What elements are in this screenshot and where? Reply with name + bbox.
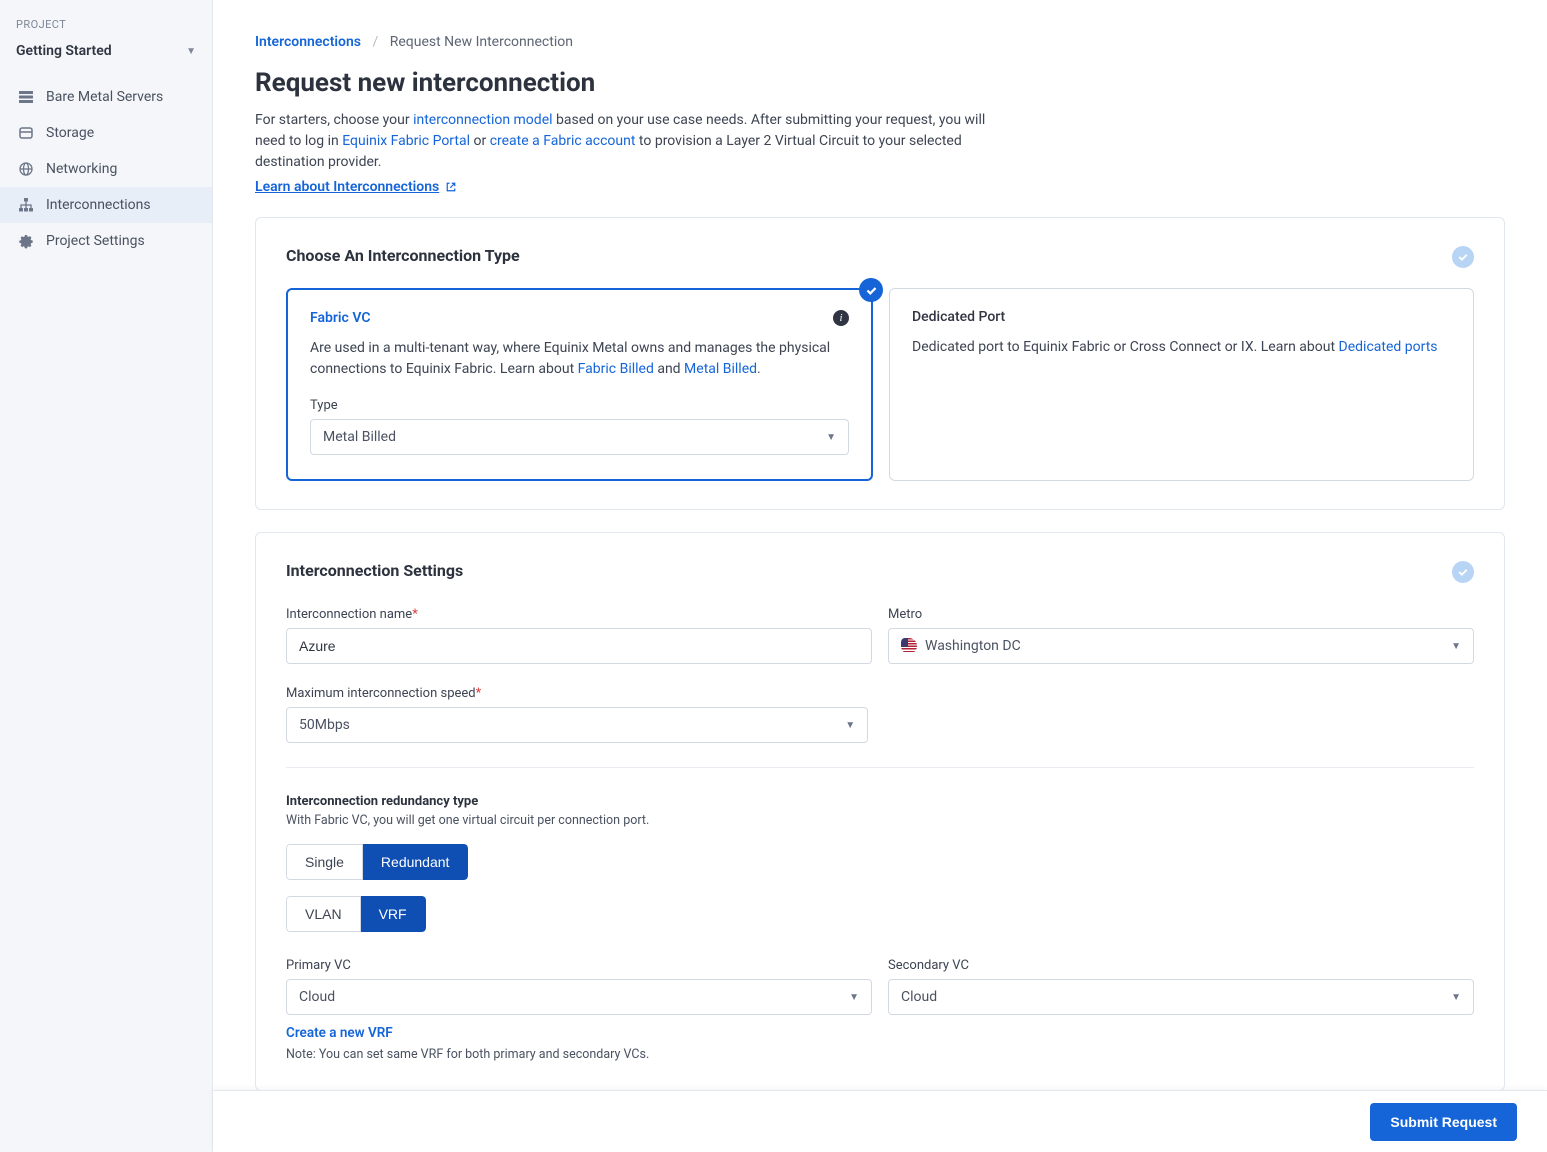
chevron-down-icon: ▼ [849,992,859,1003]
gear-icon [18,233,34,249]
chevron-down-icon: ▼ [826,432,836,443]
chevron-down-icon: ▼ [186,46,196,57]
card-title: Dedicated Port [912,309,1451,325]
select-value: Washington DC [925,638,1021,654]
redundancy-title: Interconnection redundancy type [286,794,1474,809]
submit-button[interactable]: Submit Request [1370,1103,1517,1141]
info-icon[interactable]: i [833,310,849,326]
select-value: 50Mbps [299,717,350,733]
sidebar-item-networking[interactable]: Networking [0,151,212,187]
type-label: Type [310,398,849,413]
select-speed[interactable]: 50Mbps ▼ [286,707,868,743]
sidebar-item-interconnections[interactable]: Interconnections [0,187,212,223]
step-complete-icon [1452,561,1474,583]
secondary-vc-label: Secondary VC [888,958,1474,973]
seg-btn-single[interactable]: Single [286,844,363,880]
primary-vc-label: Primary VC [286,958,872,973]
card-description: Dedicated port to Equinix Fabric or Cros… [912,337,1451,358]
chevron-down-icon: ▼ [1451,641,1461,652]
link-fabric-portal[interactable]: Equinix Fabric Portal [342,133,470,149]
segmented-redundancy: Single Redundant [286,844,468,880]
select-primary-vc[interactable]: Cloud ▼ [286,979,872,1015]
panel-choose-type: Choose An Interconnection Type Fabric VC… [255,217,1505,510]
redundancy-subtext: With Fabric VC, you will get one virtual… [286,813,1474,828]
link-interconnection-model[interactable]: interconnection model [413,112,552,128]
name-label: Interconnection name* [286,607,872,622]
select-metro[interactable]: Washington DC ▼ [888,628,1474,664]
sidebar-item-label: Storage [46,125,94,141]
storage-icon [18,125,34,141]
select-value: Metal Billed [323,429,396,445]
footer-bar: Submit Request [213,1090,1547,1152]
link-create-new-vrf[interactable]: Create a new VRF [286,1025,393,1041]
selected-check-icon [859,278,883,302]
servers-icon [18,89,34,105]
project-name: Getting Started [16,43,112,59]
sidebar-item-bare-metal[interactable]: Bare Metal Servers [0,79,212,115]
select-billing-type[interactable]: Metal Billed ▼ [310,419,849,455]
card-title: Fabric VC [310,310,370,326]
panel-title: Choose An Interconnection Type [286,246,520,265]
breadcrumb-separator: / [372,34,378,50]
link-fabric-billed[interactable]: Fabric Billed [578,361,654,377]
sidebar: PROJECT Getting Started ▼ Bare Metal Ser… [0,0,213,1152]
panel-title: Interconnection Settings [286,561,463,580]
sitemap-icon [18,197,34,213]
step-complete-icon [1452,246,1474,268]
intro-text: For starters, choose your interconnectio… [255,110,995,173]
seg-btn-vrf[interactable]: VRF [361,896,426,932]
segmented-vc-type: VLAN VRF [286,896,426,932]
project-selector[interactable]: Getting Started ▼ [0,35,212,73]
link-metal-billed[interactable]: Metal Billed [684,361,757,377]
sidebar-item-label: Bare Metal Servers [46,89,163,105]
card-fabric-vc[interactable]: Fabric VC i Are used in a multi-tenant w… [286,288,873,481]
chevron-down-icon: ▼ [845,720,855,731]
network-icon [18,161,34,177]
sidebar-section-label: PROJECT [0,14,212,35]
card-dedicated-port[interactable]: Dedicated Port Dedicated port to Equinix… [889,288,1474,481]
input-interconnection-name[interactable] [286,628,872,664]
link-learn-about-interconnections[interactable]: Learn about Interconnections [255,179,457,195]
breadcrumb-current: Request New Interconnection [390,34,573,50]
main-content: Interconnections / Request New Interconn… [213,0,1547,1152]
flag-us-icon [901,638,917,654]
vrf-note: Note: You can set same VRF for both prim… [286,1047,1474,1062]
seg-btn-redundant[interactable]: Redundant [363,844,469,880]
divider [286,767,1474,768]
sidebar-item-label: Interconnections [46,197,151,213]
link-dedicated-ports[interactable]: Dedicated ports [1339,339,1438,355]
sidebar-item-project-settings[interactable]: Project Settings [0,223,212,259]
metro-label: Metro [888,607,1474,622]
select-value: Cloud [299,989,335,1005]
page-title: Request new interconnection [255,68,1505,98]
link-create-fabric-account[interactable]: create a Fabric account [490,133,636,149]
card-description: Are used in a multi-tenant way, where Eq… [310,338,849,380]
sidebar-item-label: Project Settings [46,233,145,249]
panel-interconnection-settings: Interconnection Settings Interconnection… [255,532,1505,1091]
sidebar-item-storage[interactable]: Storage [0,115,212,151]
speed-label: Maximum interconnection speed* [286,686,868,701]
sidebar-nav: Bare Metal Servers Storage Networking In… [0,79,212,259]
sidebar-item-label: Networking [46,161,117,177]
chevron-down-icon: ▼ [1451,992,1461,1003]
seg-btn-vlan[interactable]: VLAN [286,896,361,932]
select-value: Cloud [901,989,937,1005]
breadcrumb: Interconnections / Request New Interconn… [255,34,1505,50]
select-secondary-vc[interactable]: Cloud ▼ [888,979,1474,1015]
input-name-field[interactable] [299,638,859,654]
external-link-icon [445,181,457,193]
breadcrumb-root[interactable]: Interconnections [255,34,361,50]
